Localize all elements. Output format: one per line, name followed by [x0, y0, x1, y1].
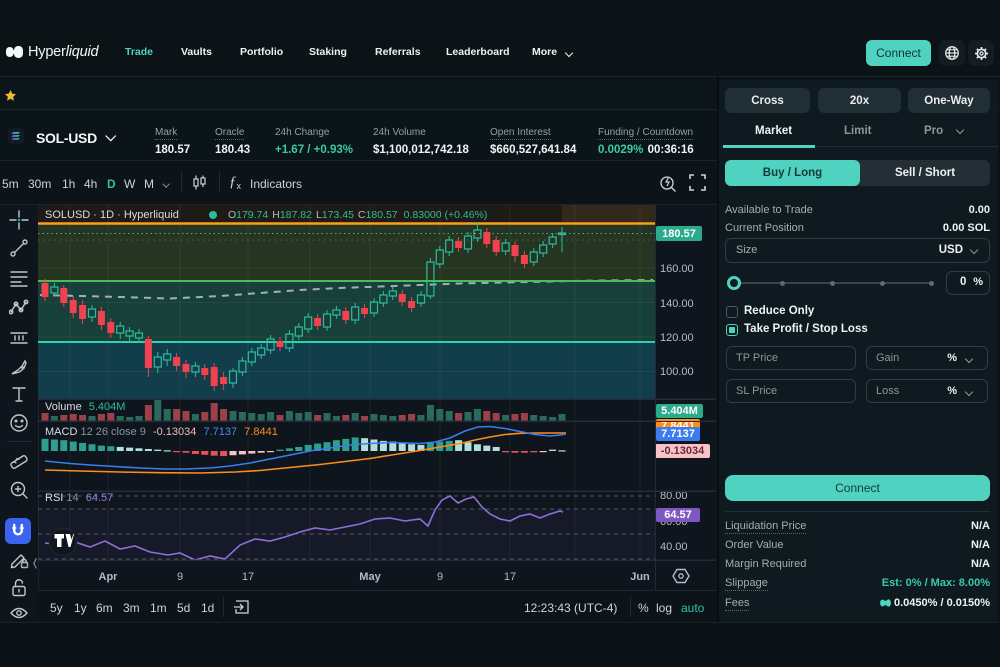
svg-text:9: 9	[177, 571, 183, 583]
svg-text:Jun: Jun	[630, 571, 650, 583]
svg-text:May: May	[359, 571, 381, 583]
svg-text:9: 9	[437, 571, 443, 583]
svg-text:17: 17	[504, 571, 516, 583]
svg-text:17: 17	[242, 571, 254, 583]
svg-text:Apr: Apr	[99, 571, 119, 583]
